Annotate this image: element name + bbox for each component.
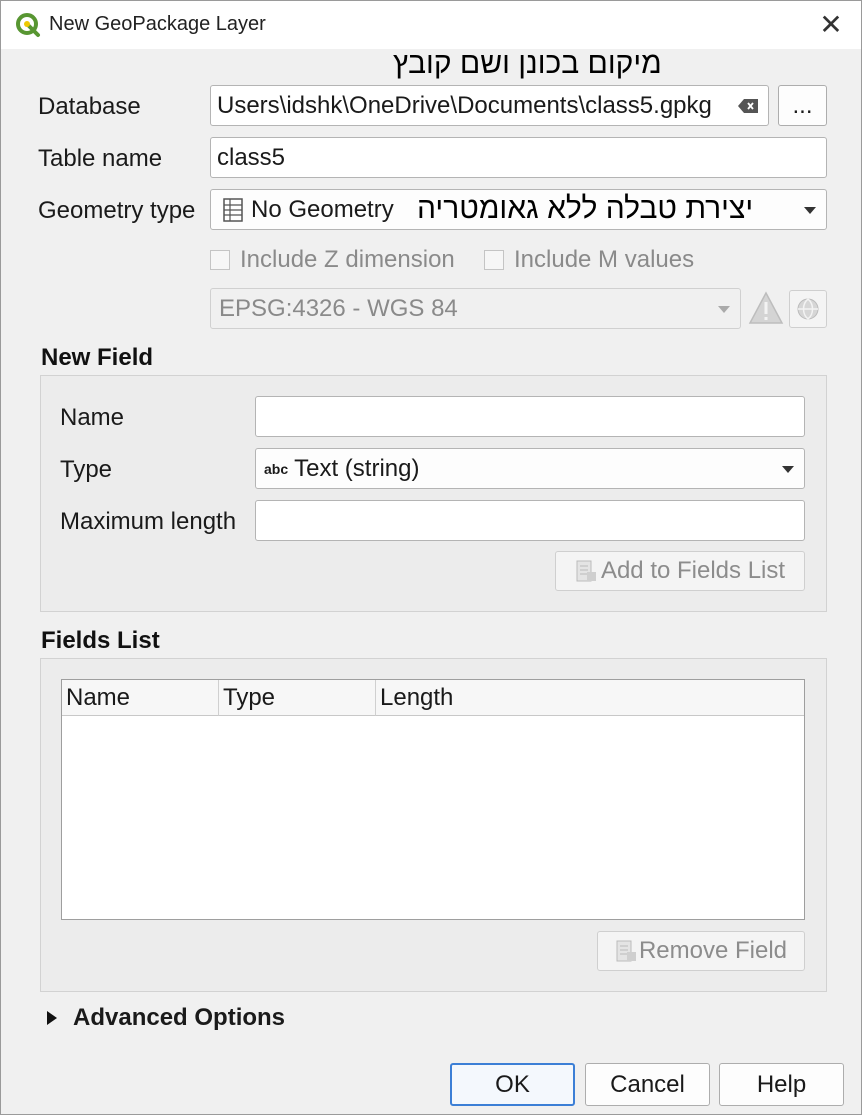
clear-text-icon[interactable] bbox=[738, 99, 758, 113]
include-z-label: Include Z dimension bbox=[240, 246, 455, 273]
browse-button[interactable]: ... bbox=[778, 85, 827, 126]
warning-icon bbox=[748, 291, 784, 324]
globe-icon bbox=[797, 298, 819, 320]
database-label: Database bbox=[38, 93, 141, 120]
crs-value: EPSG:4326 - WGS 84 bbox=[219, 294, 458, 322]
help-button[interactable]: Help bbox=[719, 1063, 844, 1106]
window-title: New GeoPackage Layer bbox=[49, 13, 266, 35]
remove-field-icon bbox=[616, 940, 636, 962]
chevron-down-icon bbox=[804, 206, 816, 214]
field-name-input[interactable] bbox=[255, 396, 805, 437]
new-field-title: New Field bbox=[41, 344, 154, 371]
table-name-label: Table name bbox=[38, 145, 163, 172]
close-button[interactable]: ✕ bbox=[813, 7, 849, 43]
column-header-name[interactable]: Name bbox=[62, 680, 219, 716]
location-annotation: מיקום בכונן ושם קובץ bbox=[393, 47, 662, 80]
include-m-label: Include M values bbox=[514, 246, 695, 273]
fields-list-title: Fields List bbox=[41, 627, 160, 654]
advanced-options-label: Advanced Options bbox=[73, 1004, 286, 1031]
table-name-input[interactable]: class5 bbox=[210, 137, 827, 178]
qgis-logo-icon bbox=[16, 13, 40, 37]
field-name-label: Name bbox=[60, 404, 125, 431]
chevron-down-icon bbox=[718, 305, 730, 313]
include-z-checkbox[interactable]: Include Z dimension bbox=[210, 246, 455, 274]
column-header-type[interactable]: Type bbox=[219, 680, 376, 716]
remove-field-label: Remove Field bbox=[638, 937, 788, 964]
add-field-icon bbox=[576, 560, 596, 582]
field-type-value: Text (string) bbox=[294, 454, 420, 482]
cancel-button[interactable]: Cancel bbox=[585, 1063, 710, 1106]
checkbox-box bbox=[484, 250, 504, 270]
geometry-annotation: יצירת טבלה ללא גאומטריה bbox=[417, 192, 754, 225]
geometry-type-value: No Geometry bbox=[251, 195, 394, 223]
include-m-checkbox[interactable]: Include M values bbox=[484, 246, 694, 274]
field-type-label: Type bbox=[60, 456, 113, 483]
field-type-select[interactable]: abc Text (string) bbox=[255, 448, 805, 489]
new-geopackage-layer-dialog: New GeoPackage Layer ✕ מיקום בכונן ושם ק… bbox=[0, 0, 862, 1115]
text-type-icon: abc bbox=[264, 460, 289, 477]
table-icon bbox=[223, 197, 243, 222]
crs-select-button[interactable] bbox=[789, 290, 827, 328]
advanced-options-toggle[interactable]: Advanced Options bbox=[45, 1004, 285, 1032]
column-header-length[interactable]: Length bbox=[376, 680, 804, 716]
geometry-type-label: Geometry type bbox=[38, 197, 196, 224]
chevron-down-icon bbox=[782, 465, 794, 473]
crs-select[interactable]: EPSG:4326 - WGS 84 bbox=[210, 288, 741, 329]
remove-field-button[interactable]: Remove Field bbox=[597, 931, 805, 971]
checkbox-box bbox=[210, 250, 230, 270]
title-bar: New GeoPackage Layer ✕ bbox=[1, 1, 861, 49]
ok-button[interactable]: OK bbox=[450, 1063, 575, 1106]
max-length-input[interactable] bbox=[255, 500, 805, 541]
database-path: Users\idshk\OneDrive\Documents\class5.gp… bbox=[217, 91, 712, 119]
add-to-fields-list-label: Add to Fields List bbox=[600, 557, 786, 584]
add-to-fields-list-button[interactable]: Add to Fields List bbox=[555, 551, 805, 591]
database-field[interactable]: Users\idshk\OneDrive\Documents\class5.gp… bbox=[210, 85, 769, 126]
expand-triangle-icon bbox=[47, 1011, 57, 1025]
fields-table[interactable]: Name Type Length bbox=[61, 679, 805, 920]
max-length-label: Maximum length bbox=[60, 508, 237, 535]
